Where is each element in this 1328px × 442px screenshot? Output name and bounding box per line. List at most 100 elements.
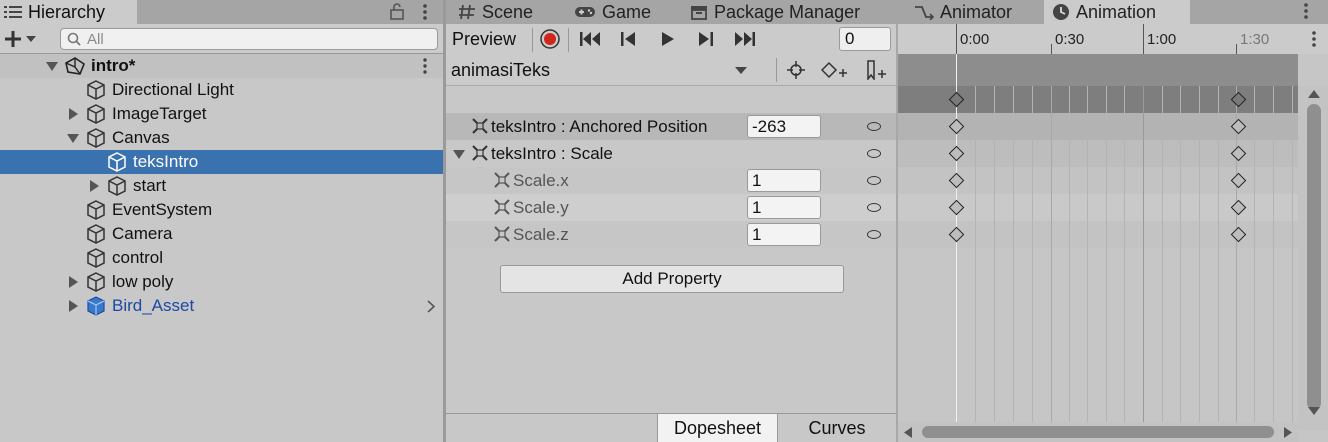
property-value-input[interactable]: 1 (747, 169, 821, 192)
tab-scene[interactable]: Scene (454, 0, 559, 24)
frame-number-input[interactable]: 0 (839, 27, 891, 51)
scroll-down-icon[interactable] (1308, 407, 1320, 415)
skip-to-end-icon (735, 32, 755, 46)
lock-icon[interactable] (390, 3, 404, 20)
expand-arrow-icon[interactable] (90, 180, 99, 192)
property-row[interactable]: teksIntro : Anchored Position -263 (446, 113, 896, 140)
hierarchy-row[interactable]: Bird_Asset (0, 294, 443, 318)
step-forward-icon (699, 32, 713, 46)
tab-label: Animator (940, 1, 1013, 22)
keyframe-toggle-icon[interactable] (867, 122, 881, 131)
scene-label: intro* (91, 56, 136, 75)
first-keyframe-button[interactable] (574, 27, 606, 51)
property-value-input[interactable]: -263 (747, 115, 821, 138)
grid-line (1162, 86, 1163, 431)
list-icon (4, 6, 22, 18)
ruler-tick (956, 24, 957, 54)
summary-track[interactable] (898, 54, 1298, 86)
keyframe-toggle-icon[interactable] (867, 149, 881, 158)
expand-arrow-icon[interactable] (46, 62, 58, 71)
dopesheet-timeline[interactable]: 0:00 0:30 1:00 1:30 (896, 24, 1328, 442)
hierarchy-item-label: ImageTarget (112, 104, 207, 123)
tab-animation[interactable]: Animation (1044, 0, 1190, 24)
kebab-menu-icon[interactable] (422, 58, 428, 74)
hierarchy-row[interactable]: Directional Light (0, 78, 443, 102)
gameobject-cube-icon (87, 104, 105, 124)
tab-game[interactable]: Game (574, 0, 674, 24)
hierarchy-row[interactable]: Canvas (0, 126, 443, 150)
last-keyframe-button[interactable] (729, 27, 761, 51)
hierarchy-row[interactable]: ImageTarget (0, 102, 443, 126)
keyframe-toggle-icon[interactable] (867, 176, 881, 185)
next-keyframe-button[interactable] (690, 27, 722, 51)
clip-name: animasiTeks (451, 59, 551, 80)
tab-package-manager[interactable]: Package Manager (690, 0, 880, 24)
hierarchy-item-label: low poly (112, 272, 174, 291)
expand-arrow-icon[interactable] (69, 300, 78, 312)
filter-keyframe-button[interactable] (780, 58, 812, 82)
time-ruler[interactable]: 0:00 0:30 1:00 1:30 (898, 24, 1298, 54)
property-name: teksIntro : Scale (491, 143, 613, 163)
horizontal-scroll-thumb[interactable] (922, 426, 1274, 438)
toolbar-separator (568, 28, 569, 52)
horizontal-scrollbar[interactable] (898, 422, 1298, 442)
hierarchy-row-scene[interactable]: intro* (0, 54, 443, 78)
tab-curves[interactable]: Curves (777, 414, 896, 442)
create-dropdown[interactable] (4, 28, 44, 50)
kebab-menu-icon[interactable] (1303, 2, 1309, 20)
vertical-scrollbar[interactable] (1298, 86, 1328, 431)
scroll-right-icon[interactable] (1284, 427, 1292, 438)
add-event-button[interactable] (860, 58, 892, 82)
grid-line (1273, 86, 1274, 431)
expand-arrow-icon[interactable] (453, 150, 465, 159)
grid-line (1199, 86, 1200, 431)
grid-line (1032, 86, 1033, 431)
clip-row: animasiTeks (446, 54, 896, 86)
property-row[interactable]: teksIntro : Scale (446, 140, 896, 167)
property-row[interactable]: Scale.x 1 (446, 167, 896, 194)
vertical-scroll-thumb[interactable] (1307, 104, 1321, 410)
tab-hierarchy[interactable]: Hierarchy (0, 0, 137, 24)
tab-dopesheet[interactable]: Dopesheet (657, 414, 777, 442)
property-name: Scale.x (513, 170, 569, 190)
skip-to-start-icon (580, 32, 600, 46)
add-property-button[interactable]: Add Property (500, 265, 844, 293)
previous-keyframe-button[interactable] (612, 27, 644, 51)
hierarchy-row[interactable]: start (0, 174, 443, 198)
hierarchy-row[interactable]: low poly (0, 270, 443, 294)
scroll-left-icon[interactable] (904, 427, 912, 438)
property-value-input[interactable]: 1 (747, 196, 821, 219)
add-keyframe-button[interactable] (818, 58, 850, 82)
grid-line (1218, 86, 1219, 431)
kebab-menu-icon[interactable] (422, 3, 428, 21)
tab-animator[interactable]: Animator (914, 0, 1026, 24)
clip-select-dropdown[interactable]: animasiTeks (446, 54, 756, 86)
hierarchy-row[interactable]: EventSystem (0, 198, 443, 222)
keyframe-toggle-icon[interactable] (867, 203, 881, 212)
hierarchy-row-selected[interactable]: teksIntro (0, 150, 443, 174)
property-value-input[interactable]: 1 (747, 223, 821, 246)
scroll-up-icon[interactable] (1308, 90, 1320, 98)
hierarchy-search-input[interactable]: All (60, 28, 438, 50)
play-button[interactable] (652, 27, 684, 51)
chevron-right-icon[interactable] (427, 300, 435, 313)
property-row[interactable]: Scale.z 1 (446, 221, 896, 248)
property-value: 1 (752, 170, 762, 190)
hierarchy-toolbar: All (0, 24, 443, 54)
property-row[interactable]: Scale.y 1 (446, 194, 896, 221)
grid-line (1051, 86, 1052, 431)
expand-arrow-icon[interactable] (69, 108, 78, 120)
expand-arrow-icon[interactable] (69, 276, 78, 288)
keyframe-toggle-icon[interactable] (867, 230, 881, 239)
record-icon (540, 29, 560, 49)
expand-arrow-icon[interactable] (67, 134, 79, 143)
search-placeholder: All (87, 30, 104, 48)
preview-toggle-button[interactable]: Preview (446, 26, 530, 52)
kebab-menu-icon (1312, 31, 1316, 47)
hierarchy-row[interactable]: Camera (0, 222, 443, 246)
hierarchy-row[interactable]: control (0, 246, 443, 270)
gameobject-cube-icon (87, 80, 105, 100)
timeline-menu-button[interactable] (1298, 24, 1328, 54)
record-button[interactable] (534, 27, 566, 51)
gameobject-cube-icon (87, 248, 105, 268)
